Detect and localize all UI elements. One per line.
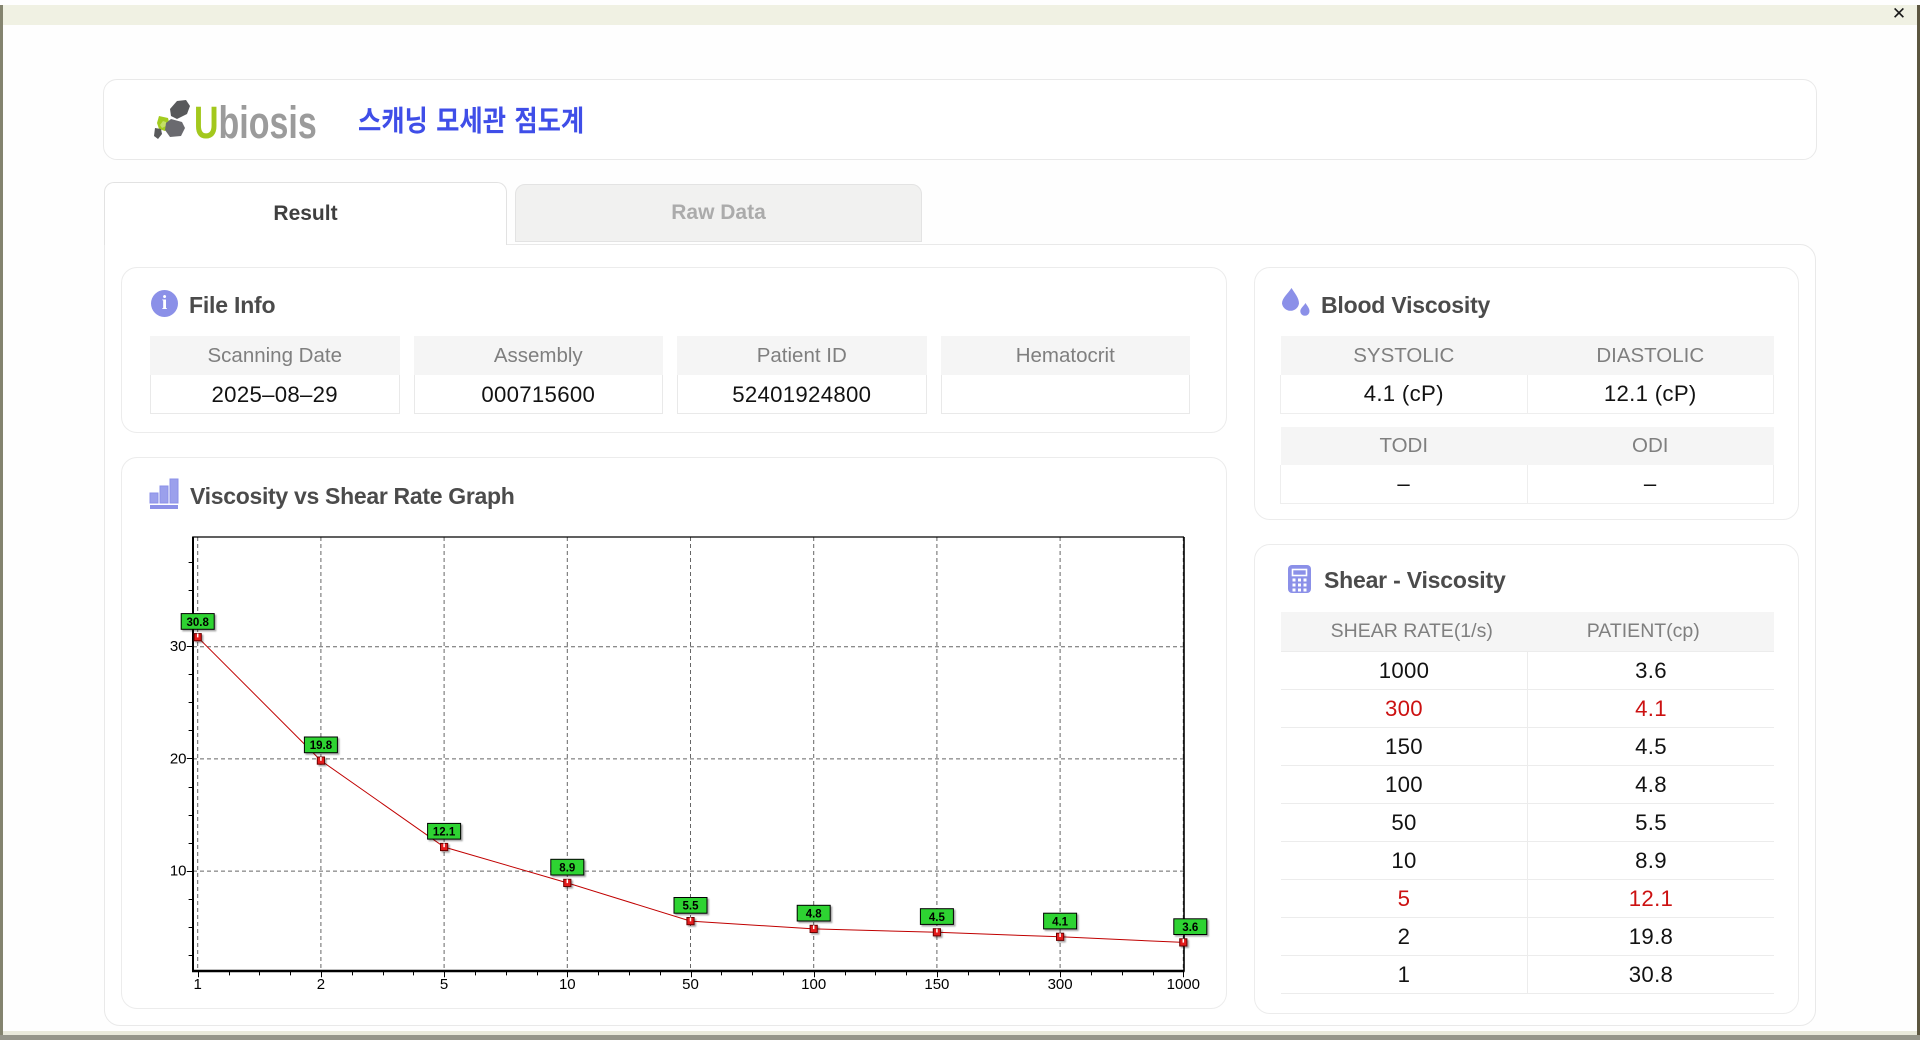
svg-text:50: 50 [682,976,699,993]
svg-text:5: 5 [440,976,448,993]
svg-text:20: 20 [170,750,187,767]
svg-text:150: 150 [924,976,949,993]
svg-text:1000: 1000 [1167,976,1200,993]
svg-text:30.8: 30.8 [187,617,210,629]
svg-text:4.5: 4.5 [929,912,946,924]
svg-text:4.1: 4.1 [1052,916,1069,928]
svg-text:1: 1 [194,976,202,993]
svg-text:300: 300 [1048,976,1073,993]
svg-text:2: 2 [317,976,325,993]
svg-text:19.8: 19.8 [310,740,333,752]
svg-text:3.6: 3.6 [1182,922,1198,934]
svg-text:10: 10 [170,863,187,880]
svg-text:100: 100 [801,976,826,993]
svg-text:8.9: 8.9 [559,863,575,875]
svg-text:4.8: 4.8 [806,909,823,921]
svg-text:12.1: 12.1 [433,827,456,839]
svg-text:10: 10 [559,976,576,993]
svg-text:5.5: 5.5 [683,901,700,913]
svg-text:30: 30 [170,638,187,655]
